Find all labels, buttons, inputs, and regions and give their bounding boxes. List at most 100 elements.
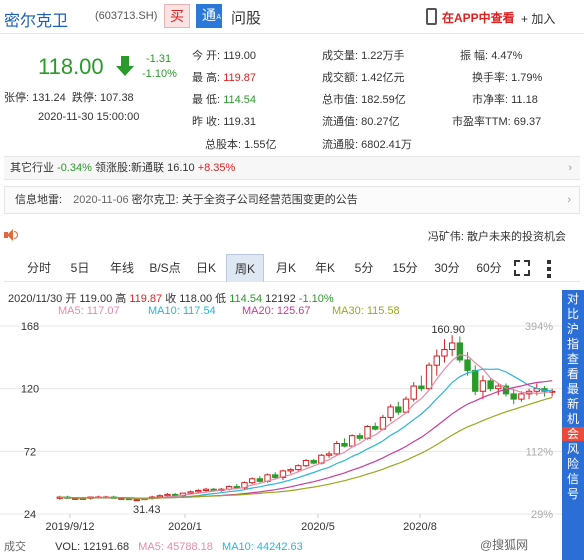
prev-close-value: 119.31 [223, 116, 257, 128]
news-label: 信息地雷: [15, 194, 63, 206]
tab-60min[interactable]: 60分 [470, 254, 508, 282]
tab-weekly-k[interactable]: 周K [226, 254, 264, 282]
volume-label: 成交 [4, 541, 26, 553]
side-panel-char: 比 [566, 307, 579, 321]
tab-intraday[interactable]: 分时 [18, 254, 60, 282]
y-tick-label: 72 [24, 446, 36, 458]
news-text[interactable]: 密尔克卫: 关于全资子公司经营范围变更的公告 [132, 194, 358, 206]
side-panel-char: 看 [566, 367, 579, 381]
buy-button[interactable]: 买 [164, 4, 190, 28]
fullscreen-icon[interactable] [514, 260, 530, 276]
open-in-app-link[interactable]: 在APP中查看 [426, 9, 515, 26]
volume-value: VOL: 12191.68 [55, 541, 130, 553]
stock-code: (603713.SH) [95, 10, 158, 22]
tab-yearly-k[interactable]: 年K [308, 254, 342, 282]
candle-body [164, 493, 171, 497]
tab-5day[interactable]: 5日 [64, 254, 96, 282]
ohlc-close: 118.00 [179, 293, 213, 305]
side-panel-char: 信 [566, 472, 579, 486]
candle-body [156, 495, 164, 498]
ask-stock-link[interactable]: 问股 [231, 7, 261, 28]
ohlc-high: 119.87 [129, 293, 163, 305]
tab-monthly-k[interactable]: 月K [270, 254, 302, 282]
weekly-k-chart[interactable]: 168 120 72 24 394% 112% 29% 2019/9/12 2020/1 2020… [0, 318, 562, 542]
pb-value: 11.18 [511, 94, 538, 106]
open-row: 今 开: 119.00 [192, 47, 256, 63]
volume-label: 成交量: [322, 50, 359, 62]
open-in-app-label: 在APP中查看 [442, 11, 515, 25]
volume-ma5: MA5: 45788.18 [138, 541, 213, 553]
ohlc-low: 114.54 [229, 293, 263, 305]
ohlc-summary: 2020/11/30 开 119.00 高 119.87 收 118.00 低 … [8, 290, 334, 306]
tong-label: 通 [202, 7, 216, 23]
watermark: @搜狐网 [480, 538, 529, 552]
leader-name[interactable]: 新通联 [131, 162, 164, 174]
candle-body [433, 355, 440, 366]
candle-body [364, 426, 371, 439]
right-pct-tick: 29% [531, 509, 553, 521]
pe-row: 市盈率TTM: 69.37 [452, 113, 541, 129]
candle-body [395, 406, 402, 413]
tab-bs-points[interactable]: B/S点 [144, 254, 186, 282]
candle-body [464, 359, 471, 371]
news-bar[interactable]: 信息地雷: 2020-11-06 密尔克卫: 关于全资子公司经营范围变更的公告 … [4, 186, 580, 214]
side-promo-panel[interactable]: 对比沪指查看最新机会风险信号 [562, 290, 584, 560]
low-price-label: 31.43 [133, 504, 161, 516]
y-tick-label: 24 [24, 509, 36, 521]
total-shares-row: 总股本: 1.55亿 [205, 136, 277, 152]
limit-down-label: 跌停: [71, 92, 97, 104]
industry-pct: -0.34% [57, 162, 92, 174]
volume-row: 成交量: 1.22万手 [322, 47, 405, 63]
tab-daily-k[interactable]: 日K [190, 254, 222, 282]
ohlc-date: 2020/11/30 [8, 293, 63, 305]
candle-body [510, 393, 517, 400]
pb-row: 市净率: 11.18 [472, 91, 538, 107]
candle-body [441, 349, 448, 357]
candle-body [187, 491, 194, 494]
right-pct-tick: 112% [526, 446, 554, 458]
tab-year-line[interactable]: 年线 [102, 254, 142, 282]
open-label: 今 开: [192, 50, 221, 62]
industry-bar[interactable]: 其它行业 -0.34% 领涨股:新通联 16.10 +8.35% › [4, 156, 580, 180]
add-watchlist-link[interactable]: + 加入 [521, 10, 555, 27]
candle-body [472, 369, 479, 392]
y-tick-label: 120 [21, 384, 39, 396]
float-shares-label: 流通股: [322, 139, 359, 151]
stock-name: 密尔克卫 [4, 13, 69, 30]
side-panel-char: 沪 [566, 322, 579, 336]
candle-body [448, 342, 456, 350]
candle-body [518, 393, 525, 400]
candle-body [295, 465, 302, 471]
amplitude-label: 振 幅: [460, 50, 489, 62]
pe-label: 市盈率TTM: [452, 116, 511, 128]
ohlc-open: 119.00 [79, 293, 113, 305]
amount-row: 成交额: 1.42亿元 [322, 69, 405, 85]
side-panel-char: 险 [566, 457, 579, 471]
candle-body [495, 385, 502, 390]
news-ticker[interactable]: 冯矿伟: 散户未来的投资机会 [428, 228, 566, 244]
speaker-icon [4, 229, 18, 241]
candle-body [325, 453, 333, 456]
low-row: 最 低: 114.54 [192, 91, 256, 107]
tab-5min[interactable]: 5分 [348, 254, 380, 282]
candle-body [456, 342, 464, 361]
total-shares-label: 总股本: [205, 139, 242, 151]
side-panel-char: 指 [566, 337, 579, 351]
leader-price: 16.10 [167, 162, 195, 174]
tab-30min[interactable]: 30分 [428, 254, 466, 282]
tong-button[interactable]: 通A [196, 4, 222, 28]
current-price: 118.00 [38, 54, 104, 79]
ohlc-high-label: 高 [115, 293, 127, 305]
more-options-icon[interactable] [544, 259, 554, 278]
amount-label: 成交额: [322, 72, 359, 84]
x-tick-label: 2020/8 [403, 521, 437, 533]
candle-body [425, 364, 433, 390]
candle-body [341, 443, 348, 447]
tab-15min[interactable]: 15分 [386, 254, 424, 282]
turnover-row: 换手率: 1.79% [472, 69, 542, 85]
ohlc-vol: 12192 [265, 293, 296, 305]
news-date: 2020-11-06 [73, 194, 129, 206]
limit-up-value: 131.24 [32, 92, 66, 104]
amplitude-row: 振 幅: 4.47% [460, 47, 522, 63]
volume-legend: 成交 VOL: 12191.68 MA5: 45788.18 MA10: 442… [4, 538, 303, 554]
